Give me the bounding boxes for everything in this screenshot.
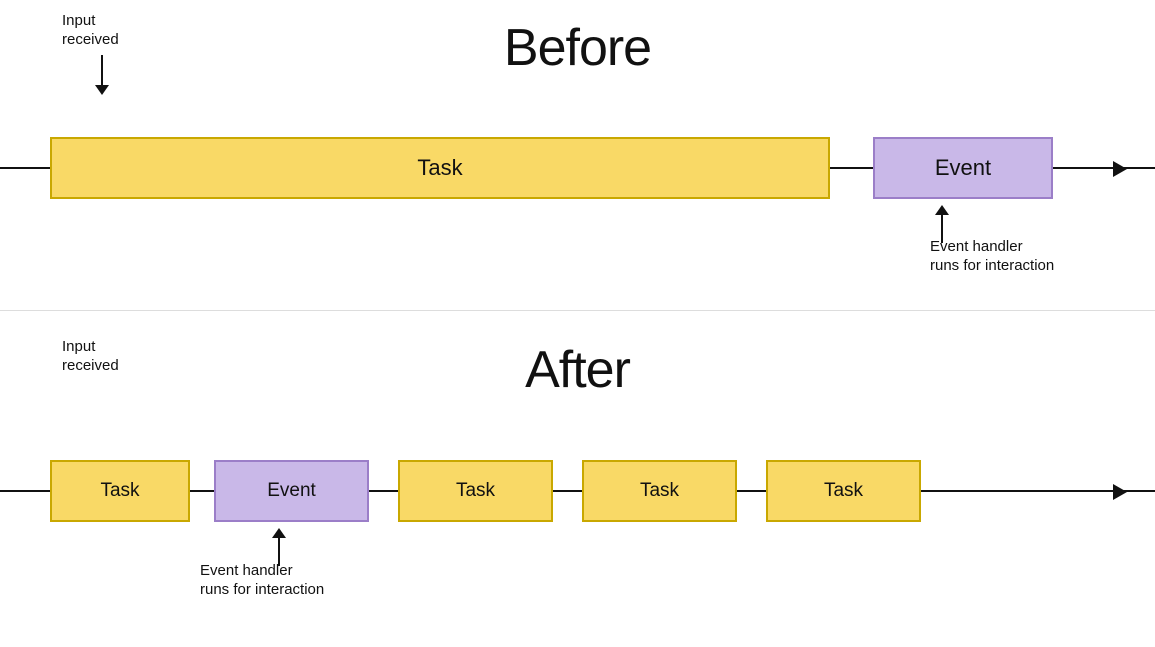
event-box-before: Event [873,137,1053,199]
task-box-before: Task [50,137,830,199]
section-divider [0,310,1155,311]
arrow-shaft-before [101,55,103,85]
input-label-before: Inputreceived [62,12,119,50]
input-label-after: Inputreceived [62,338,119,376]
arrow-right-after [1113,484,1127,500]
task-box-after-4: Task [766,460,921,522]
arrow-down-before [95,55,109,95]
task-box-after-2: Task [398,460,553,522]
diagram-container: Before Inputreceived Task Event Event ha… [0,0,1155,647]
event-handler-label-before: Event handlerruns for interaction [930,238,1054,276]
event-handler-after [272,528,286,566]
arrow-head-up-after [272,528,286,538]
after-title: After [525,340,630,400]
task-box-after-3: Task [582,460,737,522]
arrow-head-before [95,85,109,95]
before-title: Before [504,18,651,78]
event-handler-label-after: Event handlerruns for interaction [200,562,324,600]
task-box-after-1: Task [50,460,190,522]
arrow-head-up-before [935,205,949,215]
event-box-after: Event [214,460,369,522]
arrow-right-before [1113,161,1127,177]
